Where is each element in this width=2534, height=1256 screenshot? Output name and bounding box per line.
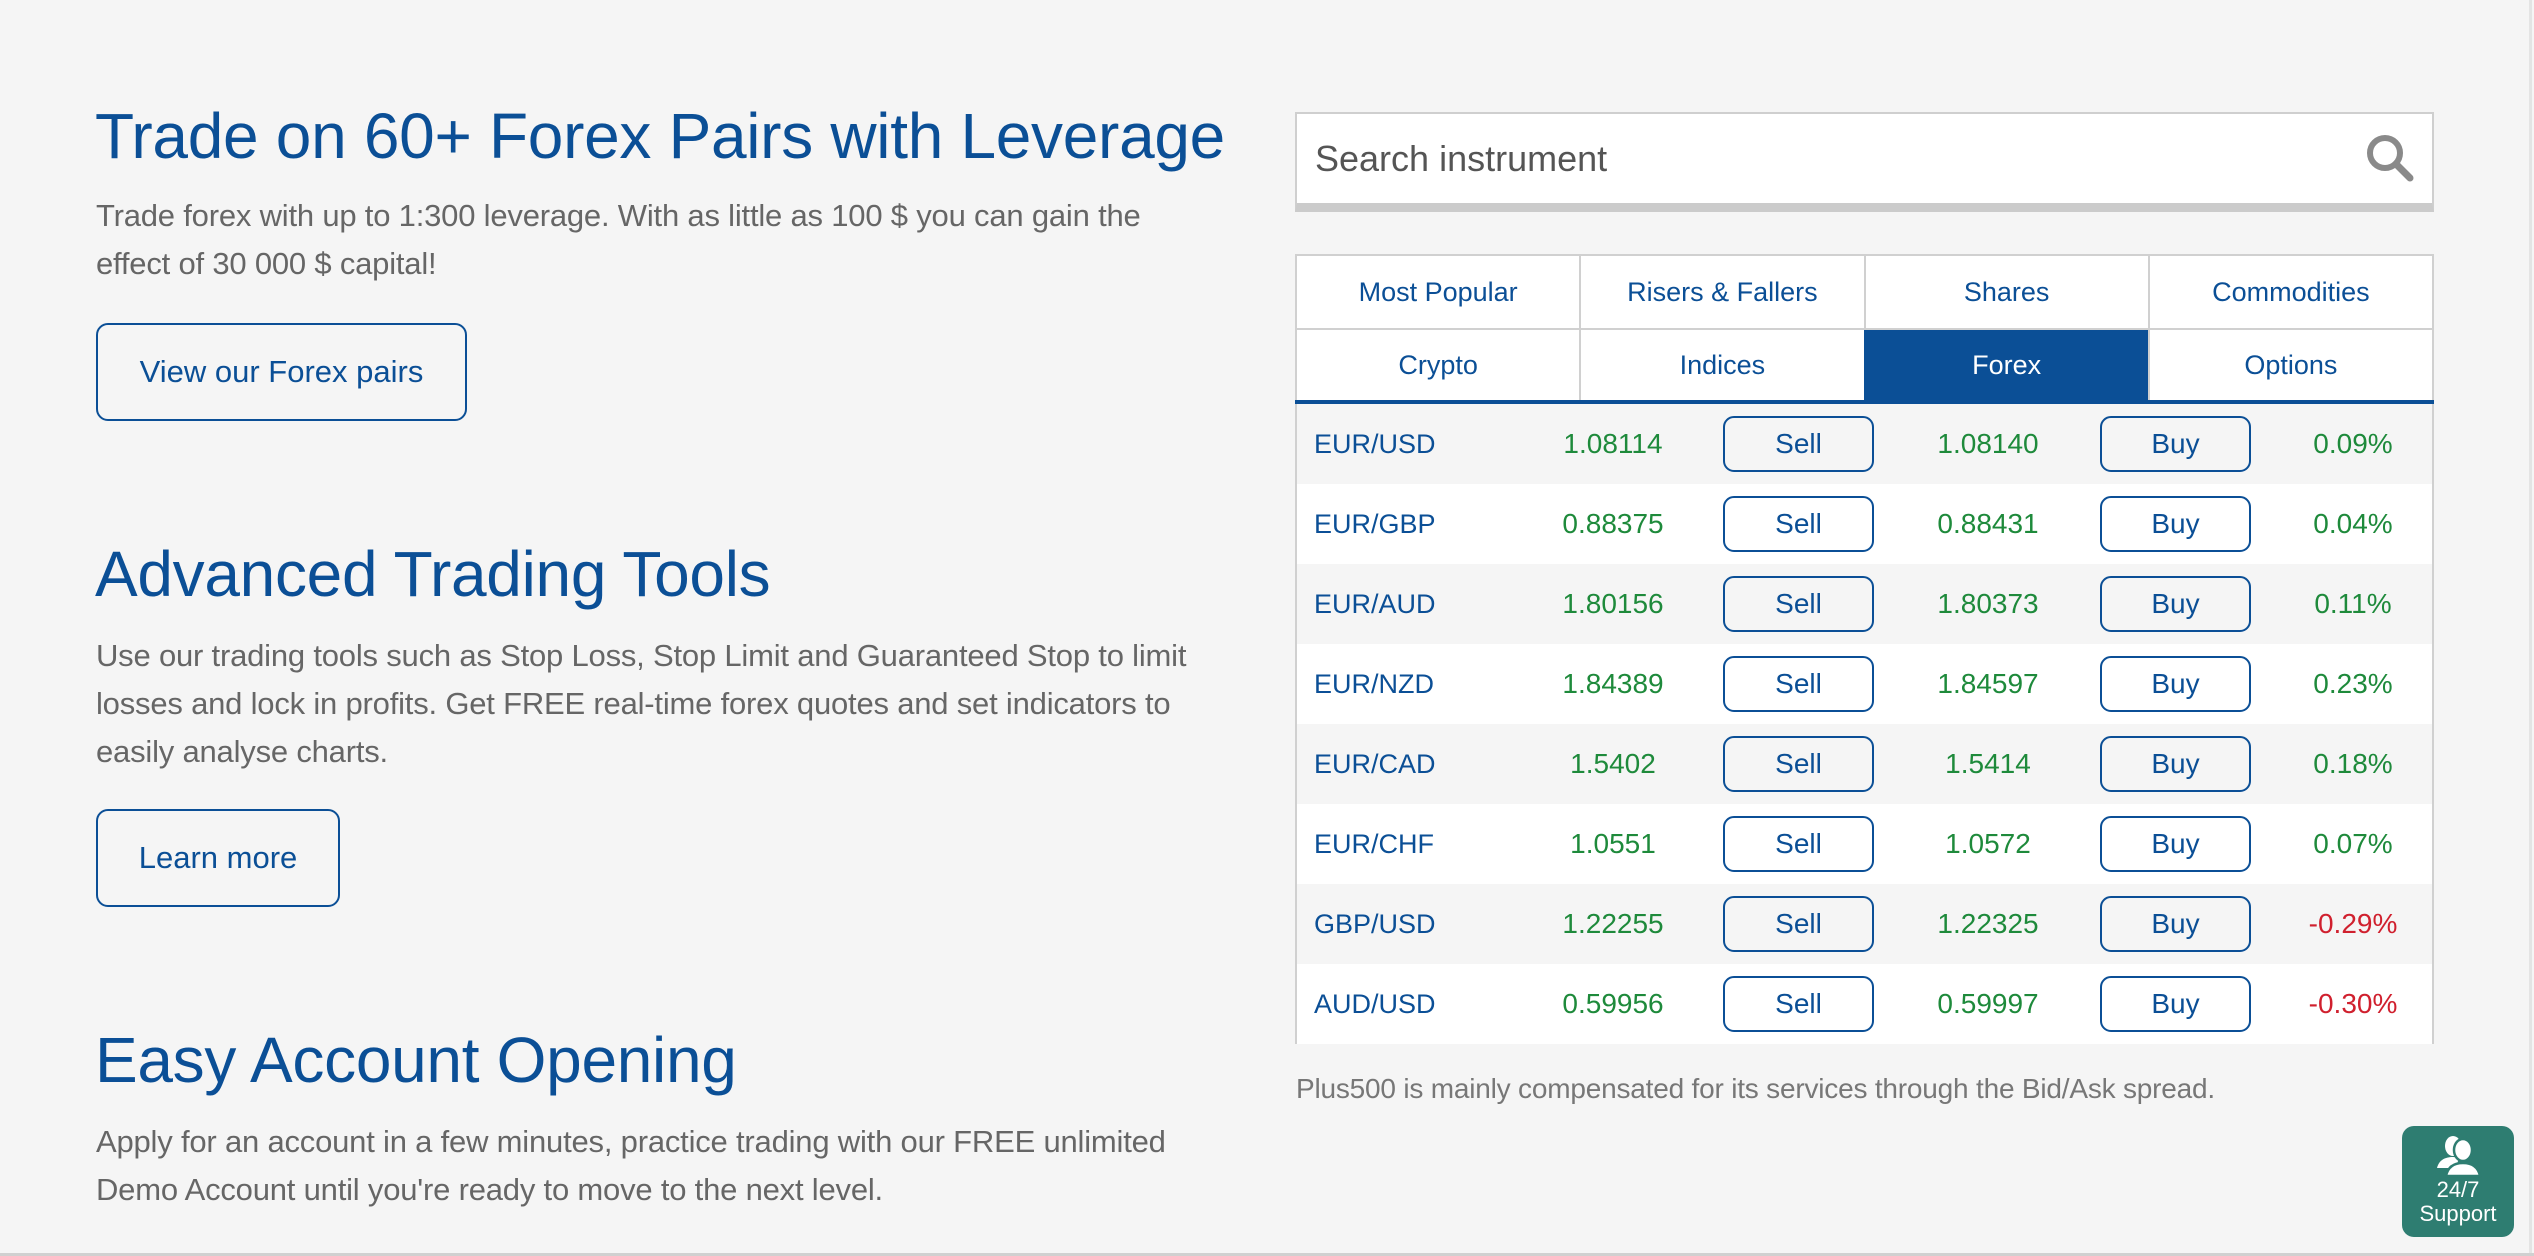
instrument-row: EUR/NZD 1.84389 Sell 1.84597 Buy 0.23% — [1297, 644, 2432, 724]
instrument-symbol[interactable]: GBP/USD — [1314, 884, 1436, 964]
instrument-symbol[interactable]: EUR/NZD — [1314, 644, 1434, 724]
support-hours: 24/7 — [2436, 1177, 2480, 1202]
support-chat-button[interactable]: 24/7 Support — [2402, 1126, 2514, 1237]
buy-button[interactable]: Buy — [2100, 496, 2251, 552]
page-scroll-edge — [2529, 0, 2532, 1256]
instrument-search-box — [1295, 112, 2434, 212]
buy-price: 0.88431 — [1937, 508, 2039, 539]
category-tabs: Most Popular Risers & Fallers Shares Com… — [1295, 256, 2434, 404]
sell-button[interactable]: Sell — [1723, 656, 1874, 712]
paragraph-line: easily analyse charts. — [96, 734, 388, 769]
sell-price: 1.0551 — [1570, 828, 1656, 859]
support-agents-icon — [2437, 1136, 2482, 1178]
change-percent: 0.09% — [2313, 428, 2393, 459]
buy-price: 1.80373 — [1937, 588, 2039, 619]
buy-price: 1.0572 — [1945, 828, 2031, 859]
sell-price: 1.80156 — [1562, 588, 1664, 619]
sell-price: 1.5402 — [1570, 748, 1656, 779]
buy-button[interactable]: Buy — [2100, 816, 2251, 872]
sell-button[interactable]: Sell — [1723, 416, 1874, 472]
sell-price: 0.88375 — [1562, 508, 1664, 539]
sell-button[interactable]: Sell — [1723, 496, 1874, 552]
search-icon[interactable] — [2362, 130, 2418, 186]
search-input[interactable] — [1315, 114, 2315, 203]
tab-indices[interactable]: Indices — [1579, 330, 1864, 400]
buy-button[interactable]: Buy — [2100, 976, 2251, 1032]
instrument-row: AUD/USD 0.59956 Sell 0.59997 Buy -0.30% — [1297, 964, 2432, 1044]
instrument-symbol[interactable]: EUR/CHF — [1314, 804, 1434, 884]
buy-button[interactable]: Buy — [2100, 576, 2251, 632]
change-percent: 0.07% — [2313, 828, 2393, 859]
sell-button[interactable]: Sell — [1723, 896, 1874, 952]
spread-disclaimer: Plus500 is mainly compensated for its se… — [1296, 1073, 2215, 1104]
sell-price: 1.22255 — [1562, 908, 1664, 939]
tab-forex[interactable]: Forex — [1863, 330, 2148, 400]
sell-button[interactable]: Sell — [1723, 976, 1874, 1032]
buy-price: 1.5414 — [1945, 748, 2031, 779]
support-label: Support — [2419, 1201, 2497, 1226]
tab-options[interactable]: Options — [2147, 330, 2432, 400]
paragraph-line: Trade forex with up to 1:300 leverage. W… — [96, 198, 1141, 233]
instrument-symbol[interactable]: EUR/GBP — [1314, 484, 1436, 564]
buy-button[interactable]: Buy — [2100, 896, 2251, 952]
sell-button[interactable]: Sell — [1723, 736, 1874, 792]
instruments-panel: Most Popular Risers & Fallers Shares Com… — [1295, 254, 2434, 1044]
paragraph-line: effect of 30 000 $ capital! — [96, 246, 437, 281]
change-percent: 0.04% — [2313, 508, 2393, 539]
section-title-account-opening: Easy Account Opening — [95, 1024, 737, 1096]
sell-button[interactable]: Sell — [1723, 816, 1874, 872]
buy-button[interactable]: Buy — [2100, 656, 2251, 712]
instrument-table: EUR/USD 1.08114 Sell 1.08140 Buy 0.09% E… — [1297, 404, 2432, 1044]
sell-price: 1.84389 — [1562, 668, 1664, 699]
instrument-symbol[interactable]: AUD/USD — [1314, 964, 1436, 1044]
instrument-symbol[interactable]: EUR/USD — [1314, 404, 1436, 484]
learn-more-button[interactable]: Learn more — [96, 809, 340, 907]
tab-row: Crypto Indices Forex Options — [1297, 328, 2432, 400]
tab-risers-fallers[interactable]: Risers & Fallers — [1579, 256, 1864, 328]
instrument-symbol[interactable]: EUR/AUD — [1314, 564, 1436, 644]
instrument-symbol[interactable]: EUR/CAD — [1314, 724, 1436, 804]
paragraph-line: Apply for an account in a few minutes, p… — [96, 1124, 1166, 1159]
instrument-row: EUR/CHF 1.0551 Sell 1.0572 Buy 0.07% — [1297, 804, 2432, 884]
sell-price: 0.59956 — [1562, 988, 1664, 1019]
paragraph-line: Demo Account until you're ready to move … — [96, 1172, 883, 1207]
paragraph-line: Use our trading tools such as Stop Loss,… — [96, 638, 1187, 673]
instrument-row: EUR/USD 1.08114 Sell 1.08140 Buy 0.09% — [1297, 404, 2432, 484]
change-percent: 0.18% — [2313, 748, 2393, 779]
change-percent: -0.30% — [2308, 988, 2398, 1019]
buy-price: 1.08140 — [1937, 428, 2039, 459]
instrument-row: EUR/CAD 1.5402 Sell 1.5414 Buy 0.18% — [1297, 724, 2432, 804]
buy-price: 1.84597 — [1937, 668, 2039, 699]
section-title-forex-leverage: Trade on 60+ Forex Pairs with Leverage — [95, 100, 1225, 172]
buy-button[interactable]: Buy — [2100, 416, 2251, 472]
tab-row: Most Popular Risers & Fallers Shares Com… — [1297, 256, 2432, 328]
instrument-row: EUR/AUD 1.80156 Sell 1.80373 Buy 0.11% — [1297, 564, 2432, 644]
tab-commodities[interactable]: Commodities — [2147, 256, 2432, 328]
section-paragraph-forex-leverage: Trade forex with up to 1:300 leverage. W… — [96, 192, 1141, 288]
instrument-row: EUR/GBP 0.88375 Sell 0.88431 Buy 0.04% — [1297, 484, 2432, 564]
view-forex-pairs-button[interactable]: View our Forex pairs — [96, 323, 467, 421]
tab-crypto[interactable]: Crypto — [1297, 330, 1580, 400]
instrument-row: GBP/USD 1.22255 Sell 1.22325 Buy -0.29% — [1297, 884, 2432, 964]
buy-price: 1.22325 — [1937, 908, 2039, 939]
change-percent: 0.11% — [2314, 588, 2392, 619]
tab-shares[interactable]: Shares — [1863, 256, 2148, 328]
section-paragraph-trading-tools: Use our trading tools such as Stop Loss,… — [96, 632, 1186, 776]
change-percent: 0.23% — [2313, 668, 2393, 699]
buy-price: 0.59997 — [1937, 988, 2039, 1019]
sell-price: 1.08114 — [1563, 428, 1663, 459]
paragraph-line: losses and lock in profits. Get FREE rea… — [96, 686, 1171, 721]
sell-button[interactable]: Sell — [1723, 576, 1874, 632]
tab-most-popular[interactable]: Most Popular — [1297, 256, 1580, 328]
change-percent: -0.29% — [2308, 908, 2398, 939]
section-title-trading-tools: Advanced Trading Tools — [95, 538, 771, 610]
buy-button[interactable]: Buy — [2100, 736, 2251, 792]
section-paragraph-account-opening: Apply for an account in a few minutes, p… — [96, 1118, 1166, 1214]
